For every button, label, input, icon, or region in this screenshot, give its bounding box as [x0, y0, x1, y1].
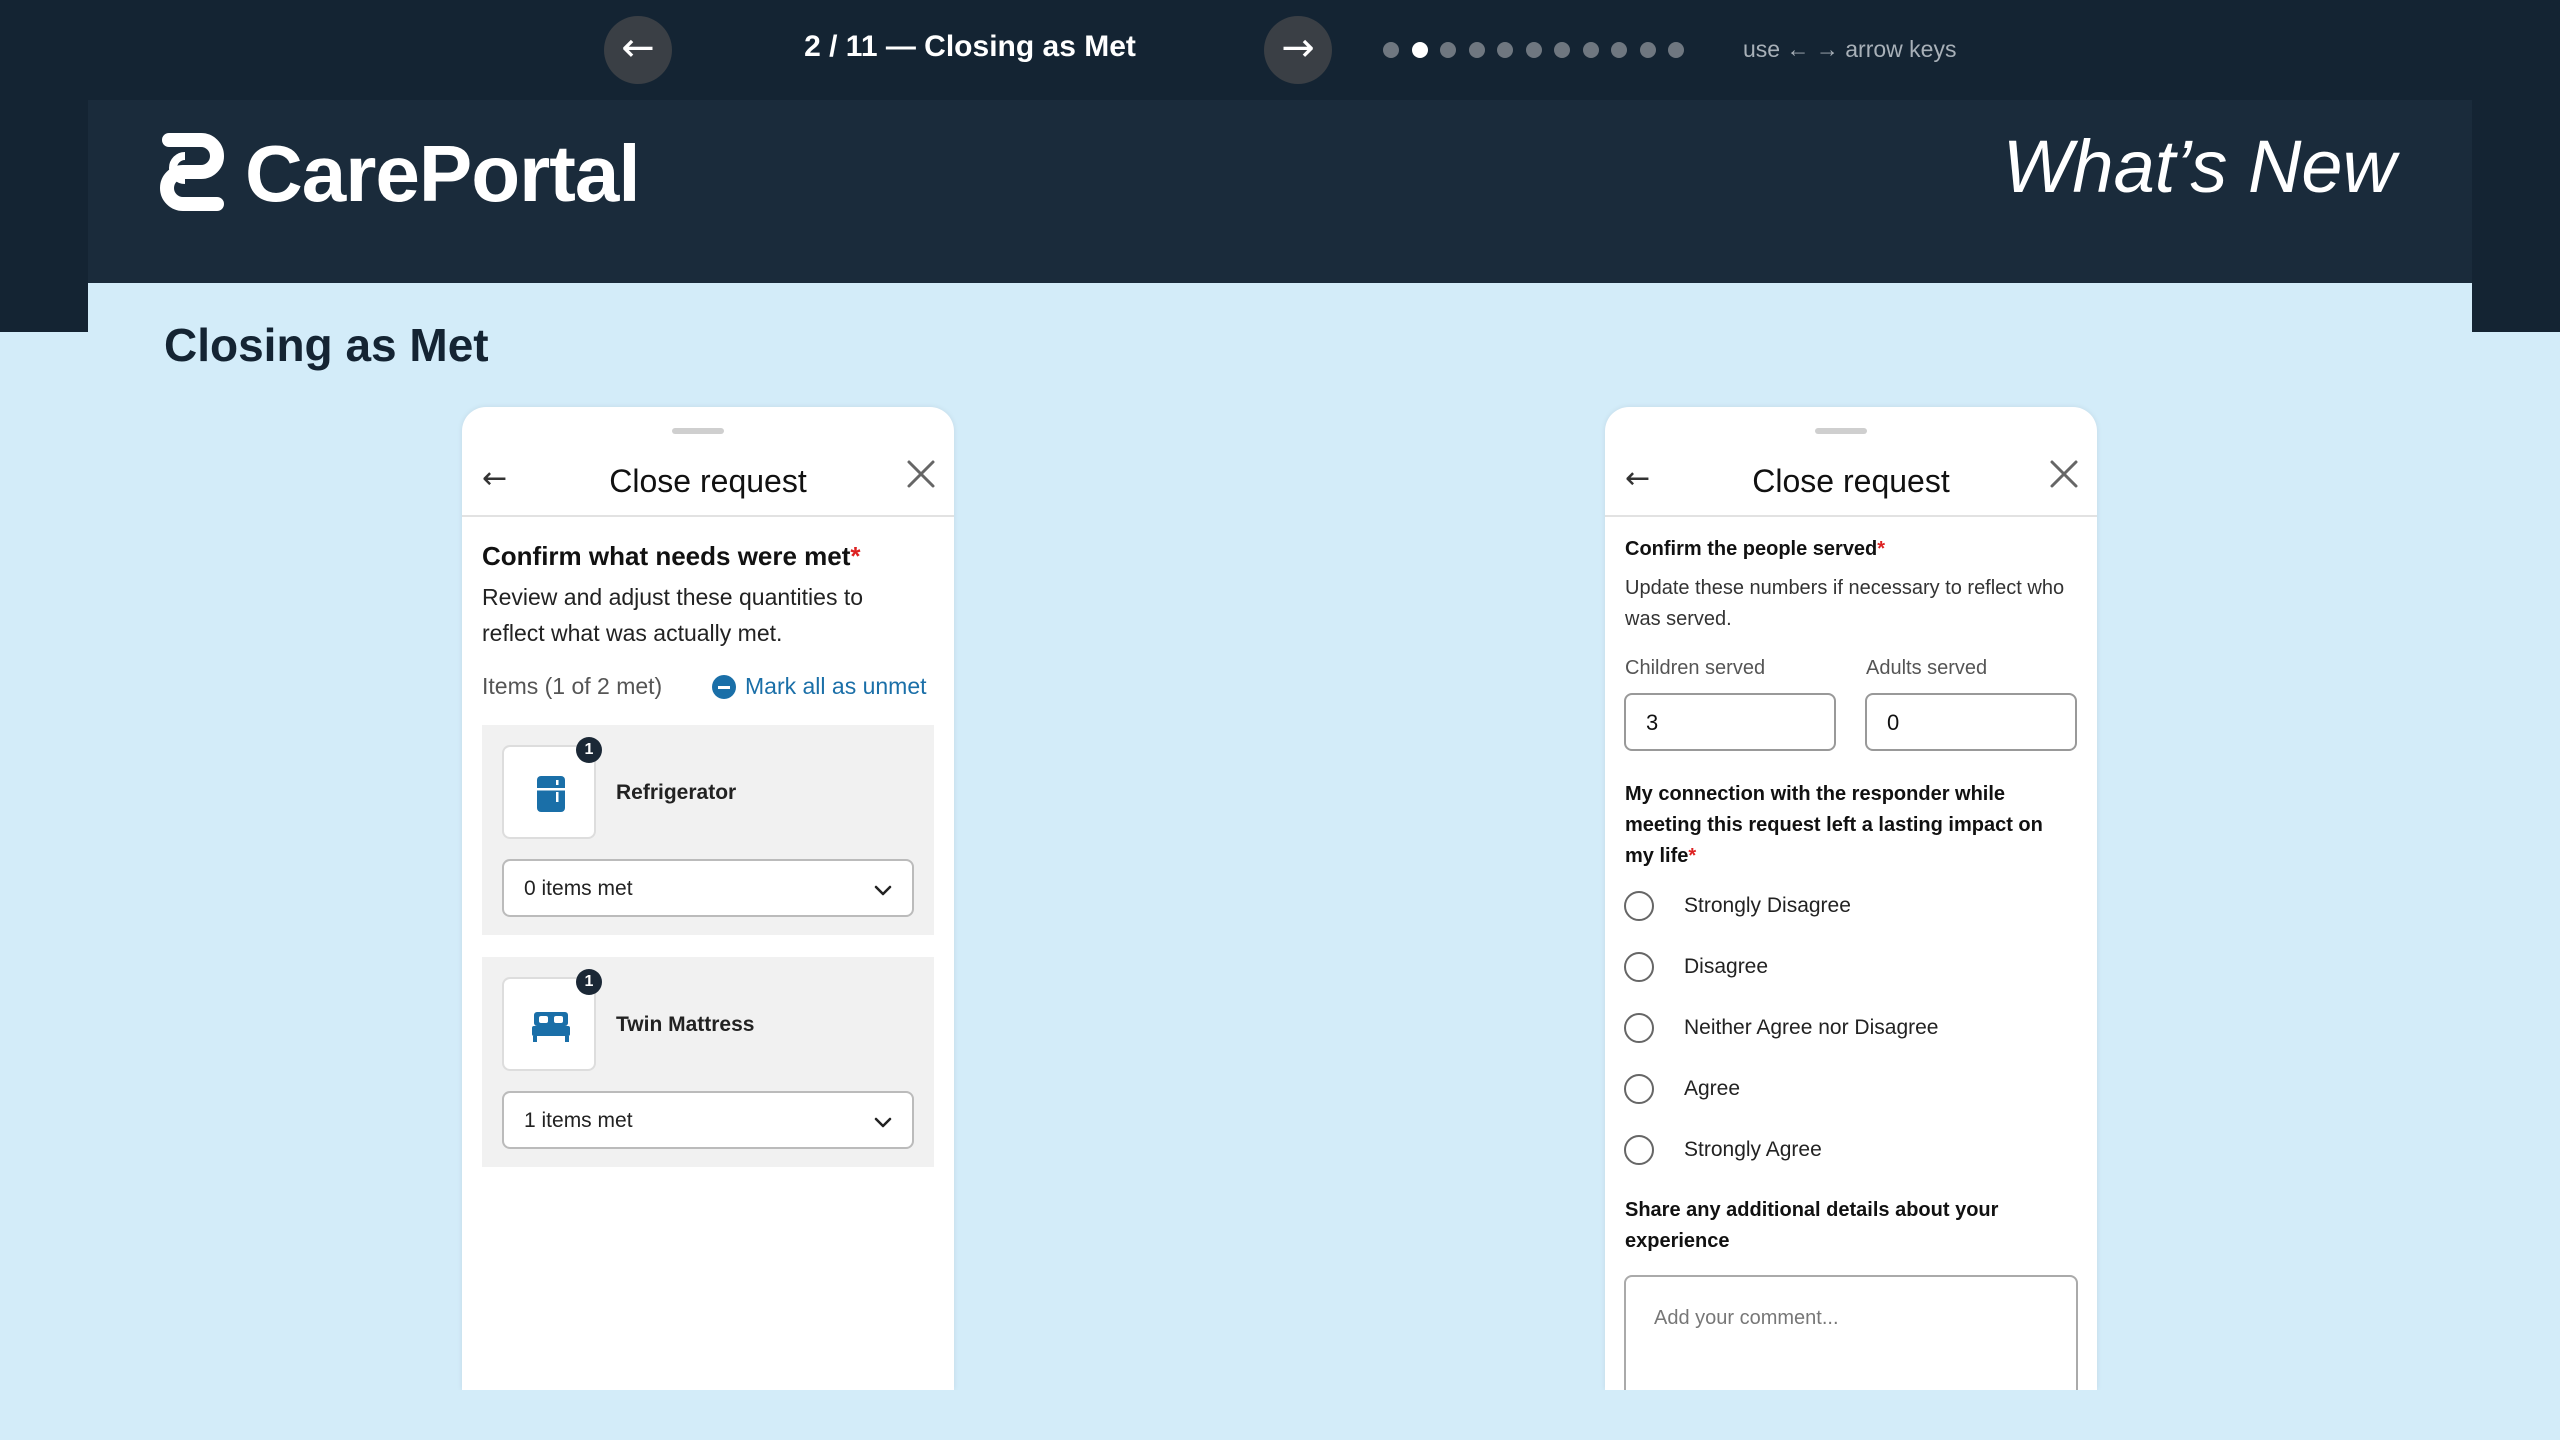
sheet-header: ← Close request — [1605, 437, 2097, 517]
required-asterisk: * — [850, 541, 861, 571]
radio-option-neutral[interactable]: Neither Agree nor Disagree — [1624, 1013, 1938, 1043]
people-served-heading-text: Confirm the people served — [1625, 538, 1878, 560]
next-slide-button[interactable]: → — [1264, 16, 1332, 84]
adults-served-input[interactable]: 0 — [1865, 693, 2077, 751]
radio-label: Neither Agree nor Disagree — [1684, 1016, 1939, 1039]
radio-label: Strongly Agree — [1684, 1138, 1822, 1161]
slide-dot-4[interactable] — [1468, 42, 1485, 58]
items-met-value: 1 items met — [524, 1109, 633, 1132]
needs-met-description: Review and adjust these quantities to re… — [482, 584, 864, 646]
item-card-refrigerator: 1 Refrigerator 0 items met — [482, 725, 934, 935]
needs-met-heading: Confirm what needs were met* — [482, 541, 861, 572]
radio-button[interactable] — [1624, 1135, 1654, 1165]
slide-dot-9[interactable] — [1611, 42, 1627, 58]
item-card-twin-mattress: 1 Twin Mattress 1 items met — [482, 957, 934, 1167]
mark-all-unmet-link[interactable]: Mark all as unmet — [712, 673, 927, 700]
radio-label: Agree — [1684, 1077, 1741, 1100]
page-title: Closing as Met — [164, 319, 489, 371]
slide-dot-3[interactable] — [1440, 42, 1456, 58]
radio-button[interactable] — [1624, 952, 1654, 982]
quantity-badge: 1 — [576, 969, 602, 995]
careportal-logo-icon — [160, 133, 224, 211]
slide-dot-1[interactable] — [1383, 42, 1399, 58]
radio-button[interactable] — [1624, 891, 1654, 921]
quantity-badge: 1 — [576, 737, 602, 763]
whats-new-title: What’s New — [2002, 125, 2396, 208]
slide-dot-8[interactable] — [1582, 42, 1599, 58]
content-area — [88, 283, 2472, 1391]
children-served-value: 3 — [1646, 710, 1659, 735]
slide-dot-7[interactable] — [1554, 42, 1570, 58]
items-summary: Items (1 of 2 met) — [482, 673, 663, 699]
radio-option-agree[interactable]: Agree — [1624, 1074, 1740, 1104]
item-name: Refrigerator — [616, 781, 737, 804]
items-met-select[interactable]: 0 items met — [502, 859, 914, 917]
required-asterisk: * — [1688, 845, 1697, 867]
adults-served-value: 0 — [1887, 710, 1900, 735]
radio-button[interactable] — [1624, 1013, 1654, 1043]
sheet-title: Close request — [1752, 463, 1950, 499]
radio-label: Strongly Disagree — [1684, 894, 1851, 917]
slide-dot-6[interactable] — [1525, 42, 1542, 58]
sheet-grabber[interactable] — [1815, 428, 1867, 434]
radio-button[interactable] — [1624, 1074, 1654, 1104]
radio-option-disagree[interactable]: Disagree — [1624, 952, 1768, 982]
lasting-impact-question: My connection with the responder while m… — [1625, 779, 2075, 872]
brand-name: CarePortal — [245, 129, 641, 218]
slide-dot-5[interactable] — [1497, 42, 1513, 58]
people-served-heading: Confirm the people served* — [1625, 538, 1885, 561]
mark-all-unmet-label: Mark all as unmet — [745, 673, 927, 699]
adults-served-label: Adults served — [1866, 657, 1988, 679]
children-served-label: Children served — [1625, 657, 1766, 679]
close-request-people-screen: ← Close request Confirm the people serve… — [1605, 407, 2097, 1390]
people-served-description: Update these numbers if necessary to ref… — [1625, 577, 2065, 630]
item-name: Twin Mattress — [616, 1013, 755, 1036]
needs-met-heading-text: Confirm what needs were met — [482, 541, 851, 571]
previous-slide-button[interactable]: ← — [604, 16, 672, 84]
comment-placeholder: Add your comment... — [1654, 1307, 1839, 1329]
slide-dots — [1383, 42, 1684, 58]
items-met-value: 0 items met — [524, 877, 633, 900]
careportal-logo: CarePortal — [155, 129, 641, 218]
chevron-down-icon — [874, 1117, 892, 1128]
refrigerator-icon — [537, 776, 565, 812]
slide-title: 2 / 11 — Closing as Met — [804, 30, 1136, 63]
close-icon[interactable] — [2047, 457, 2081, 491]
children-served-input[interactable]: 3 — [1624, 693, 1836, 751]
close-request-items-screen: ← Close request Confirm what needs were … — [462, 407, 954, 1390]
radio-option-strongly-disagree[interactable]: Strongly Disagree — [1624, 891, 1851, 921]
additional-details-heading: Share any additional details about your … — [1625, 1199, 1999, 1252]
slide-navigation-bar: ← 2 / 11 — Closing as Met → use ← → arro… — [0, 0, 2560, 100]
bottom-strip — [0, 1390, 2560, 1440]
keyboard-hint: use ← → arrow keys — [1743, 36, 1957, 62]
sheet-title: Close request — [609, 463, 807, 499]
sheet-grabber[interactable] — [672, 428, 724, 434]
items-met-select[interactable]: 1 items met — [502, 1091, 914, 1149]
bed-icon — [532, 1012, 570, 1042]
minus-circle-icon — [712, 674, 736, 699]
chevron-down-icon — [874, 885, 892, 896]
slide-dot-2[interactable] — [1411, 42, 1428, 58]
required-asterisk: * — [1877, 538, 1886, 560]
comment-textarea[interactable]: Add your comment... — [1624, 1275, 2078, 1390]
radio-option-strongly-agree[interactable]: Strongly Agree — [1624, 1135, 1822, 1165]
slide-dot-10[interactable] — [1639, 42, 1656, 58]
slide-dot-11[interactable] — [1668, 42, 1684, 58]
radio-label: Disagree — [1684, 955, 1769, 978]
sheet-header: ← Close request — [462, 437, 954, 517]
close-icon[interactable] — [904, 457, 938, 491]
